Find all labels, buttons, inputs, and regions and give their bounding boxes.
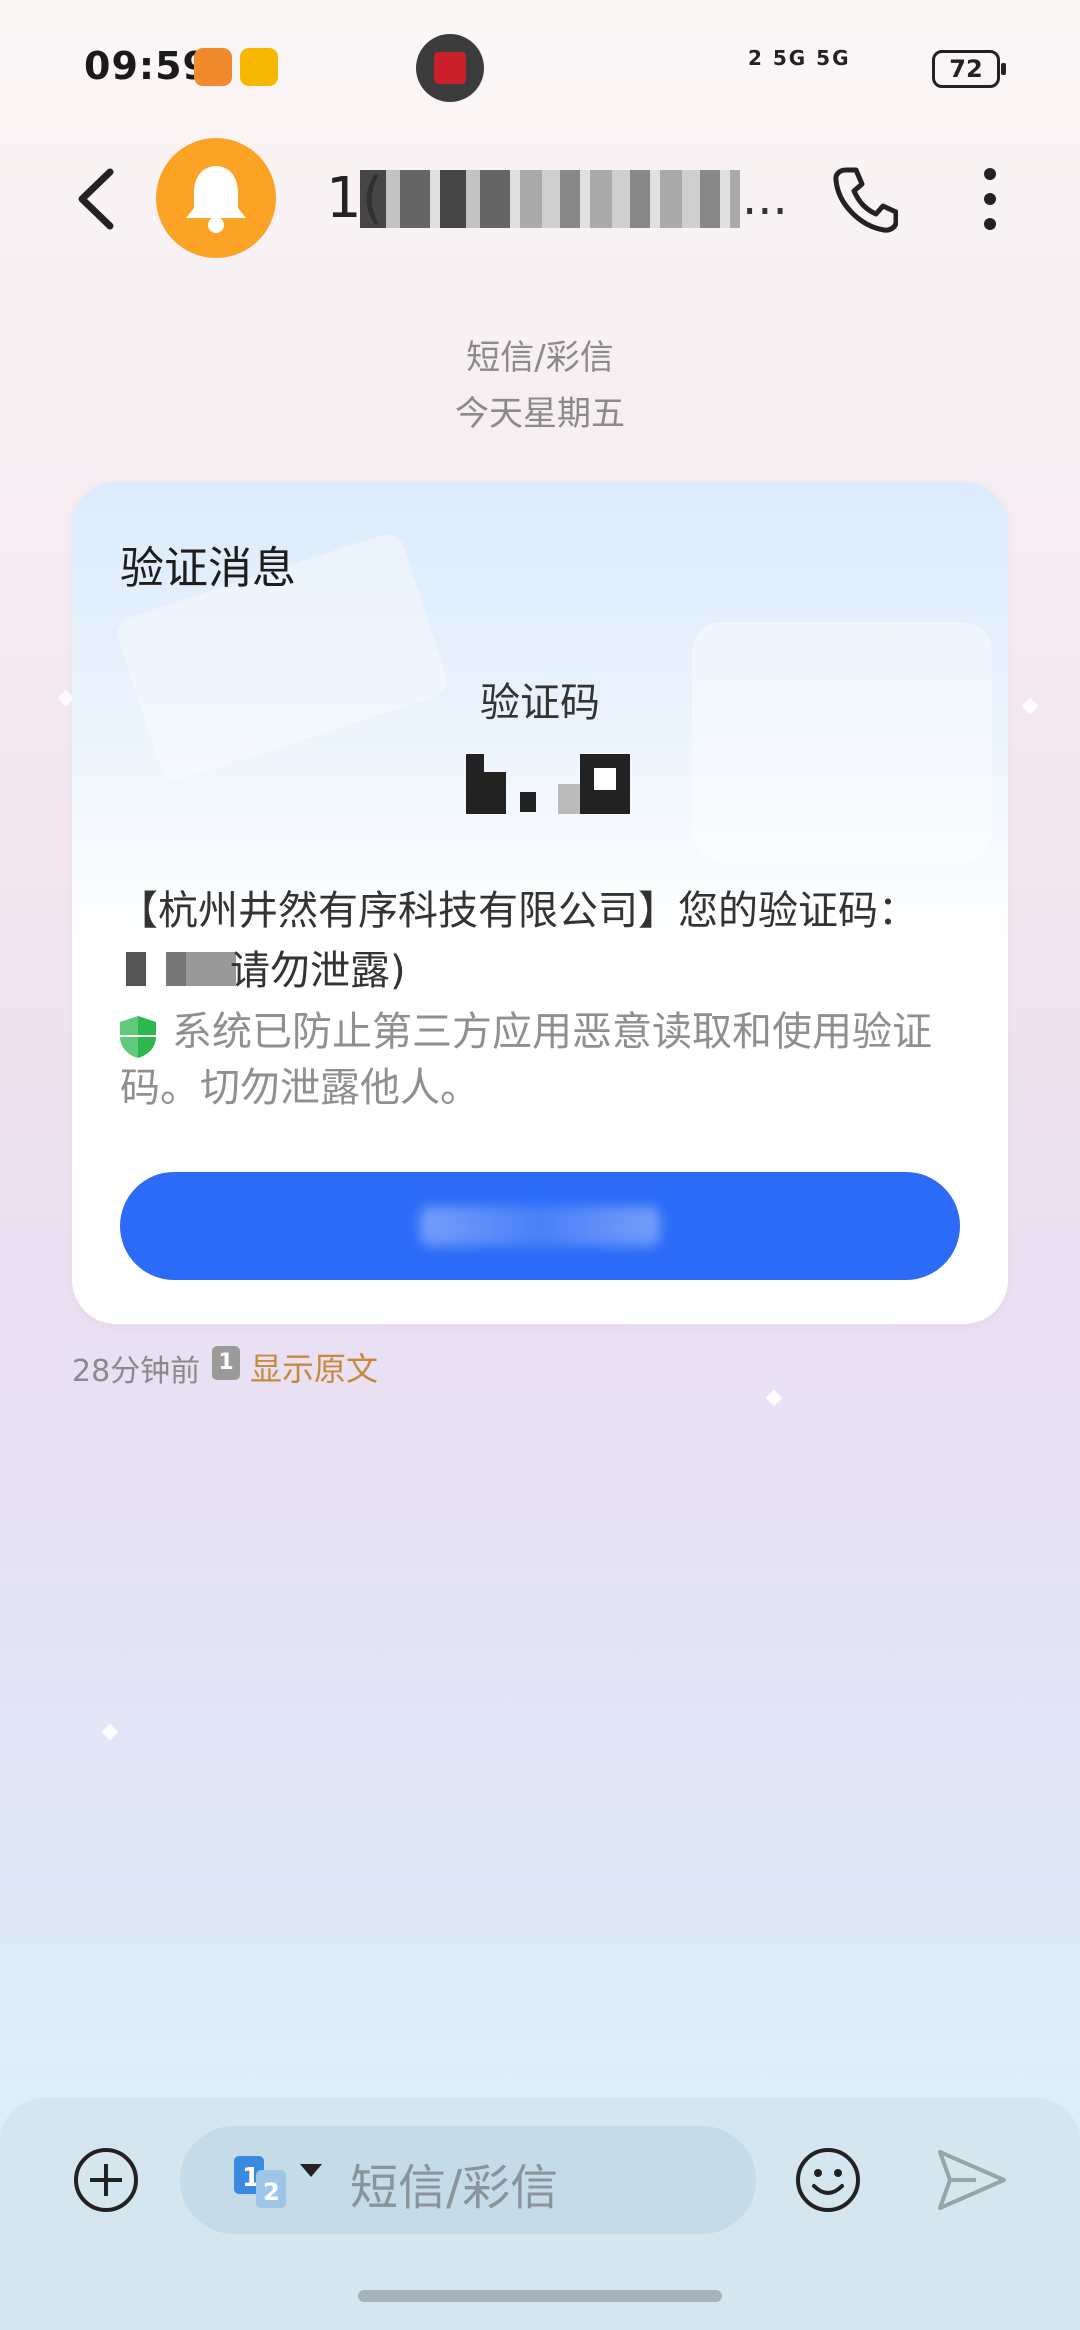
weibo-notification-icon	[240, 48, 278, 86]
verification-code-redacted[interactable]	[466, 754, 630, 814]
battery-indicator: 72	[932, 50, 1006, 88]
back-icon[interactable]	[72, 164, 122, 234]
sparkle-decoration	[101, 1723, 119, 1741]
message-input-placeholder: 短信/彩信	[350, 2160, 559, 2216]
bell-icon	[186, 166, 246, 233]
sparkle-decoration	[1021, 697, 1039, 715]
message-date: 今天星期五	[455, 394, 625, 434]
blurred-button-label	[420, 1206, 660, 1246]
message-body-line1: 【杭州井然有序科技有限公司】您的验证码：	[118, 888, 918, 934]
show-original-link[interactable]: 显示原文	[250, 1344, 378, 1390]
send-icon[interactable]	[936, 2146, 1008, 2218]
emoji-icon[interactable]	[794, 2146, 862, 2218]
sparkle-decoration	[765, 1389, 783, 1407]
status-time: 09:59	[84, 44, 210, 88]
home-indicator[interactable]	[358, 2290, 722, 2302]
message-time: 28分钟前	[72, 1354, 201, 1389]
redacted-contact-part	[520, 170, 740, 228]
redacted-code	[126, 952, 236, 986]
card-action-button[interactable]	[120, 1172, 960, 1280]
sim-badge: 1	[212, 1346, 240, 1380]
safety-note: 系统已防止第三方应用恶意读取和使用验证码。切勿泄露他人。	[120, 1009, 932, 1111]
chevron-down-icon[interactable]	[298, 2160, 324, 2184]
card-title: 验证消息	[120, 543, 296, 594]
sim-switch-icon[interactable]: 12	[230, 2152, 294, 2214]
card-decoration	[692, 622, 992, 862]
avatar[interactable]	[156, 138, 276, 258]
add-attachment-icon[interactable]	[72, 2146, 140, 2214]
contact-ellipsis: ...	[742, 170, 788, 226]
redacted-contact-part	[360, 170, 520, 228]
screen-record-icon[interactable]	[416, 34, 484, 102]
signal-indicators: 2 5G 5G	[748, 46, 851, 70]
svg-text:2: 2	[263, 2178, 280, 2206]
app-notification-icon	[194, 48, 232, 86]
code-label: 验证码	[480, 680, 600, 726]
verification-card[interactable]: 验证消息 验证码 【杭州井然有序科技有限公司】您的验证码： 请勿泄露) 系统已防…	[72, 482, 1008, 1324]
more-options-icon[interactable]	[978, 164, 1002, 238]
message-body-line2: 请勿泄露)	[230, 948, 406, 994]
phone-icon[interactable]	[832, 164, 899, 238]
message-type-label: 短信/彩信	[466, 338, 614, 378]
